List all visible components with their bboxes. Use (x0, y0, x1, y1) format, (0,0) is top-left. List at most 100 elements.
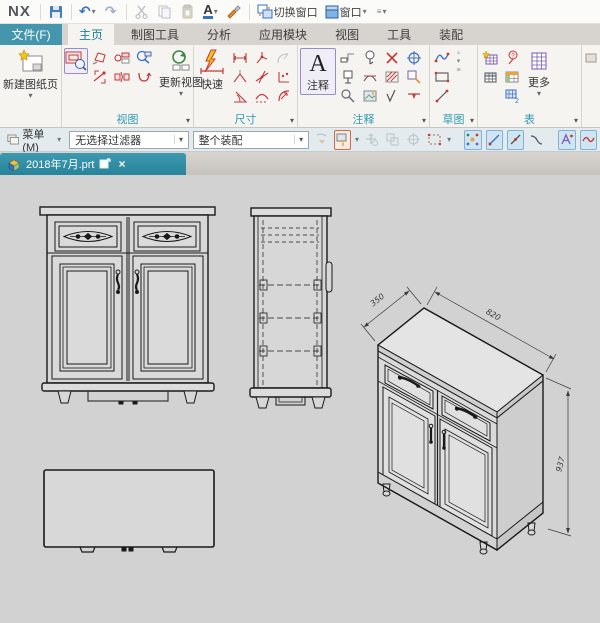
font-color-button[interactable]: A ▾ (201, 2, 221, 22)
undo-button[interactable]: ↶ ▾ (77, 2, 98, 22)
sketch-scroll-up-icon[interactable]: ▴ (454, 48, 463, 57)
cut-button[interactable] (132, 2, 152, 22)
note-button[interactable]: A 注释 (300, 48, 336, 95)
tab-drafting-tools[interactable]: 制图工具 (120, 24, 190, 45)
chain-dimension-button[interactable] (252, 67, 272, 86)
filter-caret-icon[interactable]: ▾ (355, 135, 359, 144)
tab-tools[interactable]: 工具 (376, 24, 422, 45)
side-view[interactable] (250, 208, 332, 408)
rapid-dimension-button[interactable]: 快速 (196, 48, 228, 93)
projected-view-button[interactable] (90, 48, 110, 67)
base-view-button[interactable] (64, 48, 88, 74)
balloon-button[interactable] (360, 48, 380, 67)
midpoint-snap-toggle[interactable] (507, 130, 524, 150)
magnify-note-button[interactable] (338, 86, 358, 105)
tab-view[interactable]: 视图 (324, 24, 370, 45)
save-button[interactable] (46, 2, 66, 22)
view-group-caret-icon[interactable]: ▾ (186, 116, 190, 125)
curve-snap-toggle[interactable] (528, 130, 545, 150)
view-wizard-button[interactable] (134, 48, 154, 67)
fillet-dimension-button[interactable] (274, 48, 294, 67)
tab-home[interactable]: 主页 (68, 24, 114, 45)
midpoint-snap-icon (508, 132, 523, 147)
weld-symbol-button[interactable] (404, 86, 424, 105)
endpoint-snap-toggle[interactable] (486, 130, 503, 150)
feature-control-frame-button[interactable] (338, 48, 358, 67)
select-mode-caret-icon[interactable]: ▾ (447, 135, 451, 144)
sine-curve-toggle[interactable] (580, 130, 597, 150)
interior-selection-filter-button[interactable] (334, 130, 351, 150)
bend-table-button[interactable] (502, 67, 522, 86)
spline-point-toggle[interactable] (558, 130, 575, 150)
sketch-scroll-down-icon[interactable]: ▾ (454, 57, 463, 66)
snap-point-toggle[interactable] (464, 130, 481, 150)
table-group-label: 表 (524, 111, 535, 127)
linear-dimension-button[interactable] (230, 48, 250, 67)
customize-qat-button[interactable]: ≡ ▾ (372, 2, 392, 22)
move-object-button[interactable] (363, 130, 380, 150)
update-parts-list-button[interactable]: 2 (502, 86, 522, 105)
tab-analysis[interactable]: 分析 (196, 24, 242, 45)
dimension-height[interactable]: 937 (546, 378, 571, 536)
tab-assemblies[interactable]: 装配 (428, 24, 474, 45)
auto-balloon-button[interactable]: ? (502, 48, 522, 67)
highlight-related-button[interactable] (313, 130, 330, 150)
ordinate-dimension-button[interactable] (252, 48, 272, 67)
image-button[interactable] (360, 86, 380, 105)
sketch-gallery-overflow-icon[interactable]: ≡ (454, 66, 463, 75)
selection-scope-combo[interactable]: 整个装配 ▾ (193, 131, 309, 149)
delete-annotation-button[interactable] (382, 48, 402, 67)
front-view[interactable] (40, 207, 215, 404)
break-view-button[interactable] (112, 67, 132, 86)
drawing-canvas[interactable]: 350 820 937 (0, 175, 600, 623)
top-view[interactable] (44, 470, 214, 552)
copy-object-button[interactable] (384, 130, 401, 150)
line-button[interactable] (432, 86, 452, 105)
close-tab-icon[interactable]: × (116, 157, 127, 171)
studio-spline-button[interactable] (432, 48, 452, 67)
edit-symbol-button[interactable] (404, 67, 424, 86)
tab-file[interactable]: 文件(F) (0, 24, 62, 45)
paste-button[interactable] (178, 2, 198, 22)
save-icon (48, 4, 64, 20)
parts-list-button[interactable] (480, 67, 500, 86)
arc-length-dimension-button[interactable] (252, 86, 272, 105)
coordinate-dimension-button[interactable] (274, 67, 294, 86)
sketch-group-caret-icon[interactable]: ▾ (470, 116, 474, 125)
drafting-sheet[interactable]: 350 820 937 (0, 175, 600, 623)
crosshatch-button[interactable] (382, 67, 402, 86)
intersection-symbol-button[interactable] (360, 67, 380, 86)
surface-finish-button[interactable] (382, 86, 402, 105)
document-tab[interactable]: 2018年7月.prt × (0, 153, 186, 175)
feature-control-frame-icon (340, 50, 356, 66)
menu-button[interactable]: 菜单(M) ▾ (3, 124, 65, 156)
dim-height-text: 937 (554, 455, 567, 473)
dimension-group-caret-icon[interactable]: ▾ (290, 116, 294, 125)
angular-dimension-button[interactable] (230, 86, 250, 105)
annotation-group-caret-icon[interactable]: ▾ (422, 116, 426, 125)
datum-feature-button[interactable] (338, 67, 358, 86)
section-view-button[interactable] (90, 67, 110, 86)
isometric-view[interactable] (378, 308, 543, 554)
detail-view-button[interactable] (112, 48, 132, 67)
table-group-caret-icon[interactable]: ▾ (574, 116, 578, 125)
clipped-tool-button[interactable] (584, 48, 598, 67)
target-point-button[interactable] (404, 48, 424, 67)
tabular-note-button[interactable] (480, 48, 500, 67)
format-painter-button[interactable] (224, 2, 244, 22)
selection-filter-combo[interactable]: 无选择过滤器 ▾ (69, 131, 188, 149)
window-menu-button[interactable]: 窗口 ▾ (323, 2, 369, 22)
tab-application[interactable]: 应用模块 (248, 24, 318, 45)
chamfer-dimension-button[interactable] (230, 67, 250, 86)
table-more-button[interactable]: 更多 ▾ (524, 48, 554, 98)
radial-dimension-button[interactable] (274, 86, 294, 105)
rectangle-select-button[interactable] (426, 130, 443, 150)
redo-button[interactable]: ↷ (101, 2, 121, 22)
rectangle-button[interactable] (432, 67, 452, 86)
copy-button[interactable] (155, 2, 175, 22)
crosshatch-icon (384, 69, 400, 85)
switch-window-button[interactable]: 切换窗口 (255, 2, 320, 22)
new-sheet-button[interactable]: 新建图纸页 ▾ (0, 48, 61, 100)
revolved-section-button[interactable] (134, 67, 154, 86)
snap-scope-button[interactable] (405, 130, 422, 150)
